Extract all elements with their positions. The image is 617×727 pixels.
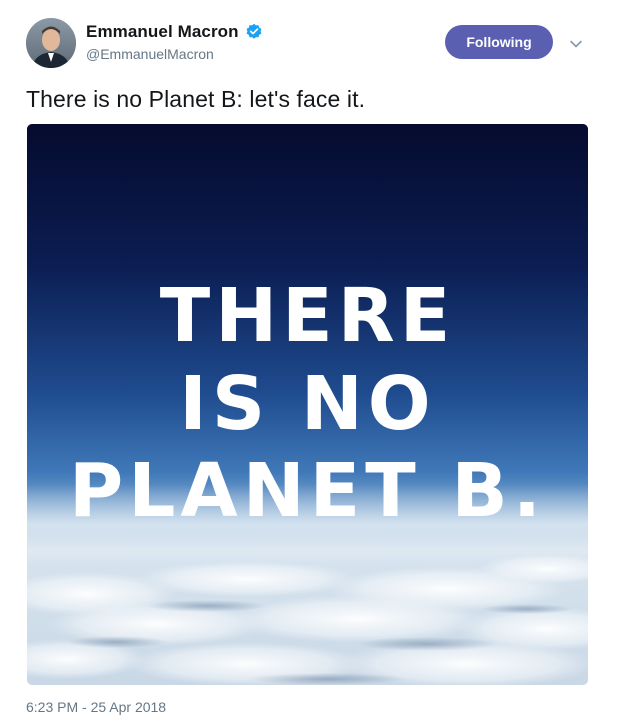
- profile-photo-icon: [26, 18, 76, 68]
- avatar[interactable]: [26, 18, 76, 68]
- media-headline-line-1: THERE: [159, 273, 456, 359]
- media-headline-line-3: PLANET B.: [69, 448, 546, 534]
- following-button[interactable]: Following: [445, 25, 553, 59]
- tweet-media-image[interactable]: THERE IS NO PLANET B.: [27, 124, 588, 685]
- tweet-timestamp[interactable]: 6:23 PM - 25 Apr 2018: [26, 699, 166, 715]
- author-name-row: Emmanuel Macron: [86, 21, 263, 43]
- chevron-down-icon[interactable]: [569, 36, 583, 48]
- media-headline-line-2: IS NO: [179, 361, 436, 447]
- verified-badge-icon: [245, 23, 263, 41]
- display-name[interactable]: Emmanuel Macron: [86, 22, 239, 42]
- tweet-card: Emmanuel Macron @EmmanuelMacron Followin…: [0, 0, 617, 727]
- tweet-text: There is no Planet B: let's face it.: [26, 86, 366, 112]
- author-handle[interactable]: @EmmanuelMacron: [86, 46, 214, 62]
